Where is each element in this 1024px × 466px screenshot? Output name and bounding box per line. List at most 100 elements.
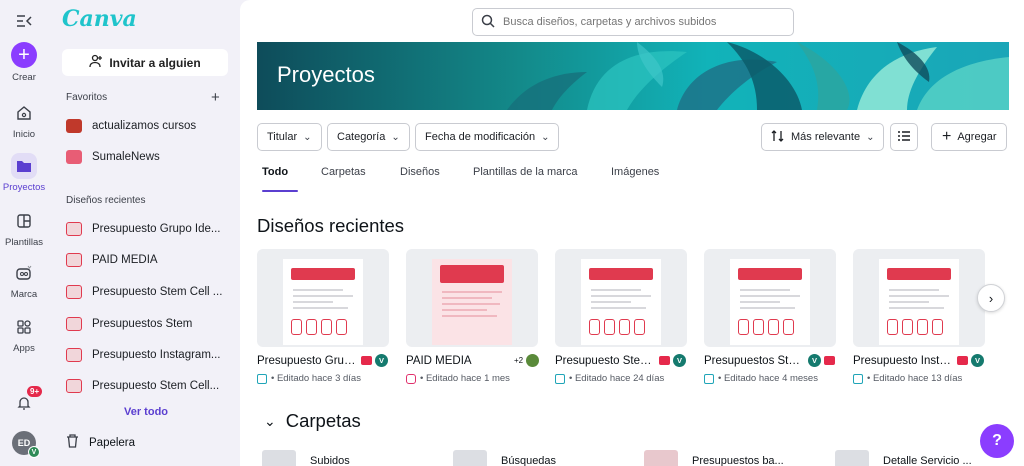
- plus-icon: +: [11, 42, 37, 68]
- trash-button[interactable]: Papelera: [66, 434, 135, 451]
- home-icon: [11, 100, 37, 126]
- apps-icon: [11, 314, 37, 340]
- list-view-button[interactable]: [890, 123, 918, 151]
- create-button[interactable]: + Crear: [0, 42, 48, 83]
- chevron-down-icon: ⌄: [264, 412, 276, 429]
- tab-plantillas-marca[interactable]: Plantillas de la marca: [473, 166, 578, 178]
- collaborators-count: +2: [514, 356, 524, 365]
- invite-label: Invitar a alguien: [109, 55, 201, 70]
- tab-imagenes[interactable]: Imágenes: [611, 166, 659, 178]
- search-bar[interactable]: [472, 8, 794, 36]
- avatar[interactable]: ED V: [12, 431, 40, 458]
- design-thumbnail: [406, 249, 538, 347]
- edited-meta: • Editado hace 4 meses: [718, 373, 818, 384]
- recent-item[interactable]: Presupuesto Grupo Ide...: [66, 219, 234, 239]
- edited-meta: • Editado hace 13 días: [867, 373, 963, 384]
- rail-item-proyectos[interactable]: Proyectos: [0, 153, 48, 193]
- design-thumbnail: [257, 249, 389, 347]
- trash-icon: [66, 434, 79, 451]
- recent-label: Presupuesto Stem Cell...: [92, 380, 220, 392]
- collaborator-avatar: [526, 354, 540, 367]
- design-card[interactable]: PAID MEDIA +2 • Editado hace 1 mes: [406, 249, 540, 384]
- design-thumbnail: [853, 249, 985, 347]
- add-button[interactable]: + Agregar: [931, 123, 1008, 151]
- design-title: Presupuesto Stem...: [555, 355, 655, 367]
- sort-dropdown[interactable]: Más relevante ⌄: [761, 123, 885, 151]
- main-content: Proyectos Titular ⌄ Categoría ⌄ Fecha de…: [240, 0, 1024, 466]
- chevron-down-icon: ⌄: [866, 131, 875, 143]
- recent-title: Diseños recientes: [66, 195, 146, 206]
- recent-item[interactable]: Presupuestos Stem: [66, 314, 234, 334]
- instagram-icon: [406, 373, 416, 384]
- tab-carpetas[interactable]: Carpetas: [321, 166, 366, 178]
- invite-button[interactable]: Invitar a alguien: [62, 49, 228, 76]
- collaborator-avatar: V: [375, 354, 388, 367]
- tab-todo[interactable]: Todo: [262, 166, 288, 178]
- folder-label: Búsquedas: [501, 455, 557, 466]
- projects-banner: Proyectos: [257, 42, 1009, 110]
- rail-item-plantillas[interactable]: Plantillas: [0, 208, 48, 248]
- favorite-item[interactable]: actualizamos cursos: [66, 116, 234, 136]
- design-title: Presupuesto Grup...: [257, 355, 357, 367]
- rail-label: Plantillas: [4, 237, 44, 248]
- avatar-team-badge: V: [28, 446, 40, 458]
- recent-item[interactable]: Presupuesto Instagram...: [66, 345, 234, 365]
- design-thumbnail: [66, 379, 82, 393]
- add-favorite-icon[interactable]: +: [211, 89, 220, 106]
- folder-item[interactable]: Presupuestos ba...: [644, 450, 784, 466]
- collapse-menu-button[interactable]: [0, 8, 48, 37]
- design-thumbnail: [704, 249, 836, 347]
- chevron-down-icon: ⌄: [391, 131, 400, 143]
- category-filter[interactable]: Categoría ⌄: [327, 123, 410, 151]
- rail-item-apps[interactable]: Apps: [0, 314, 48, 354]
- add-label: Agregar: [957, 131, 997, 143]
- folder-icon: [644, 450, 678, 466]
- design-card[interactable]: Presupuestos Stem V • Editado hace 4 mes…: [704, 249, 836, 384]
- tab-disenos[interactable]: Diseños: [400, 166, 440, 178]
- video-icon: [361, 356, 372, 365]
- folder-item[interactable]: Búsquedas: [453, 450, 556, 466]
- owner-filter[interactable]: Titular ⌄: [257, 123, 322, 151]
- rail-item-marca[interactable]: Marca: [0, 260, 48, 300]
- video-icon: [824, 356, 835, 365]
- favorites-title: Favoritos: [66, 92, 108, 103]
- edited-meta: • Editado hace 3 días: [271, 373, 361, 384]
- chevron-right-icon: ›: [988, 290, 994, 306]
- design-title: Presupuesto Insta...: [853, 355, 953, 367]
- folder-item[interactable]: Subidos: [262, 450, 350, 466]
- collaborator-avatar: V: [971, 354, 984, 367]
- design-card[interactable]: Presupuesto Insta... V • Editado hace 13…: [853, 249, 985, 384]
- folder-icon: [11, 153, 37, 179]
- favorite-label: SumaleNews: [92, 151, 160, 163]
- date-filter[interactable]: Fecha de modificación ⌄: [415, 123, 560, 151]
- design-thumbnail: [66, 150, 82, 164]
- create-label: Crear: [12, 72, 36, 83]
- recent-item[interactable]: Presupuesto Stem Cell...: [66, 376, 234, 396]
- folder-item[interactable]: Detalle Servicio ...: [835, 450, 972, 466]
- folders-heading[interactable]: ⌄ Carpetas: [264, 410, 361, 432]
- recent-item[interactable]: Presupuesto Stem Cell ...: [66, 282, 234, 302]
- see-all-link[interactable]: Ver todo: [124, 406, 168, 418]
- folder-icon: [453, 450, 487, 466]
- folder-label: Subidos: [310, 455, 350, 466]
- design-card[interactable]: Presupuesto Stem... V • Editado hace 24 …: [555, 249, 687, 384]
- help-button[interactable]: ?: [980, 424, 1014, 458]
- carousel-next-button[interactable]: ›: [977, 284, 1005, 312]
- recent-label: Presupuesto Instagram...: [92, 349, 221, 361]
- search-input[interactable]: [503, 16, 783, 28]
- recent-item[interactable]: PAID MEDIA: [66, 250, 234, 270]
- design-title: Presupuestos Stem: [704, 355, 804, 367]
- design-thumbnail: [66, 285, 82, 299]
- design-title: PAID MEDIA: [406, 355, 472, 367]
- rail-item-inicio[interactable]: Inicio: [0, 100, 48, 140]
- plus-icon: +: [942, 128, 952, 145]
- folder-icon: [835, 450, 869, 466]
- design-card[interactable]: Presupuesto Grup... V • Editado hace 3 d…: [257, 249, 389, 384]
- brand-icon: [11, 260, 37, 286]
- rail-label: Proyectos: [2, 182, 46, 193]
- recent-label: Presupuesto Stem Cell ...: [92, 286, 223, 298]
- favorite-item[interactable]: SumaleNews: [66, 147, 234, 167]
- canva-logo[interactable]: Canva: [62, 6, 137, 32]
- list-view-icon: [897, 130, 911, 145]
- search-icon: [481, 14, 495, 31]
